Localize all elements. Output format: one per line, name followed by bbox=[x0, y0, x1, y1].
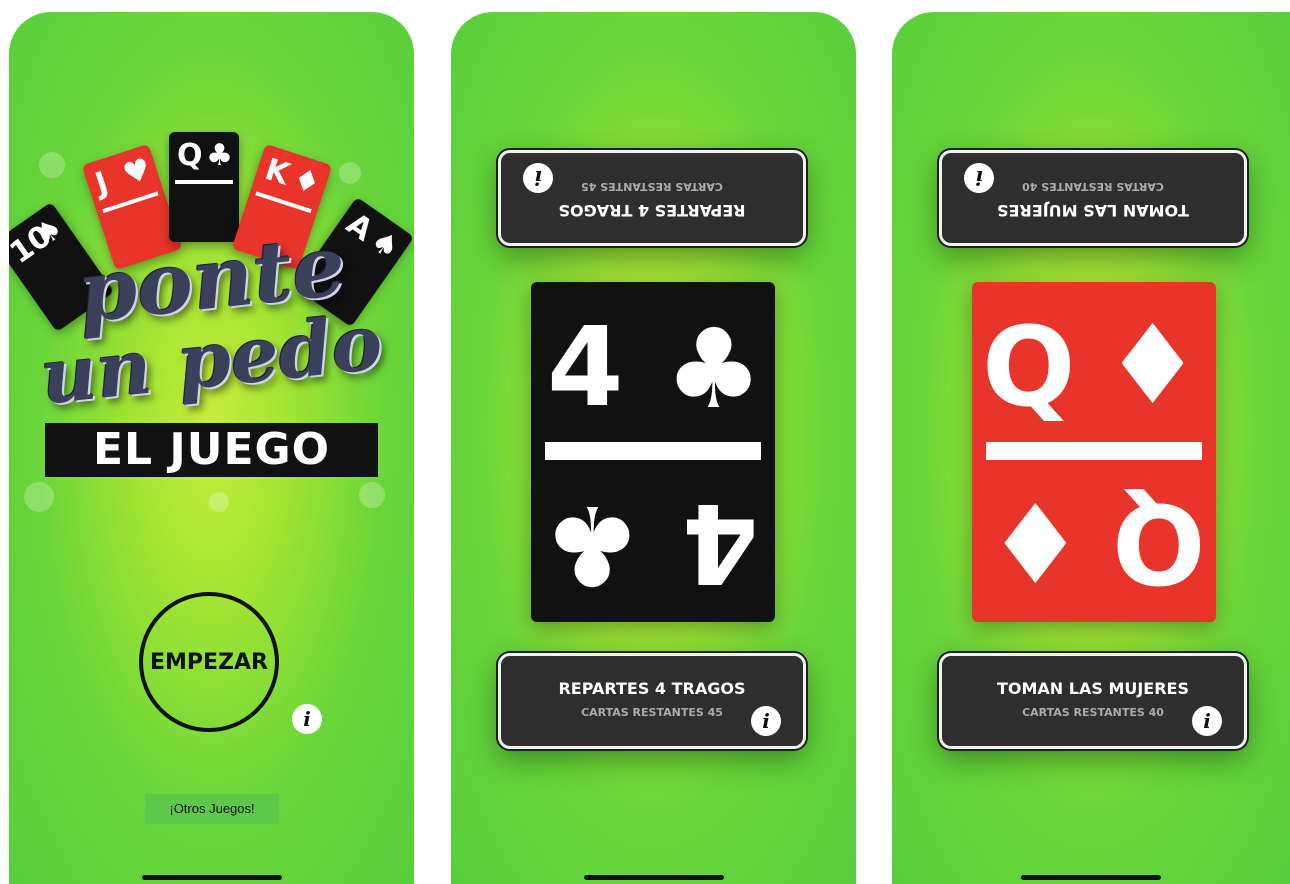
info-icon[interactable]: i bbox=[964, 163, 994, 193]
card-divider bbox=[545, 442, 761, 460]
other-games-button[interactable]: ¡Otros Juegos! bbox=[145, 794, 279, 824]
card-screen-four-clubs: REPARTES 4 TRAGOS CARTAS RESTANTES 45 i … bbox=[451, 12, 856, 884]
rule-text: REPARTES 4 TRAGOS bbox=[558, 201, 746, 220]
home-indicator bbox=[141, 875, 282, 880]
card-rank: Q bbox=[177, 138, 203, 173]
card-divider bbox=[175, 180, 233, 184]
heart-icon: ♥ bbox=[118, 151, 156, 194]
info-icon[interactable]: i bbox=[1192, 706, 1222, 736]
rule-panel-top-rotated: TOMAN LAS MUJERES CARTAS RESTANTES 40 i bbox=[942, 153, 1244, 243]
card-rank: J bbox=[91, 165, 113, 203]
info-icon[interactable]: i bbox=[751, 706, 781, 736]
bokeh-light bbox=[39, 152, 65, 178]
playing-card-queen-diamonds: Q ♦ ♦ Q bbox=[972, 282, 1216, 622]
diamond-icon: ♦ bbox=[288, 161, 325, 203]
game-title: EL JUEGO bbox=[45, 423, 378, 477]
home-screen: 10 ♠ J ♥ Q ♣ K ♦ A ♠ ponte un pedo EL JU… bbox=[9, 12, 414, 884]
home-indicator bbox=[1021, 875, 1161, 880]
card-screen-queen-diamonds: TOMAN LAS MUJERES CARTAS RESTANTES 40 i … bbox=[892, 12, 1290, 884]
rule-panel-top-rotated: REPARTES 4 TRAGOS CARTAS RESTANTES 45 i bbox=[501, 153, 803, 243]
rule-panel-bottom: REPARTES 4 TRAGOS CARTAS RESTANTES 45 i bbox=[498, 653, 806, 749]
diamond-icon: ♦ bbox=[986, 477, 1085, 605]
card-rank: 4 bbox=[547, 303, 624, 431]
playing-card-four-clubs: 4 ♣ ♣ 4 bbox=[531, 282, 775, 622]
info-icon[interactable]: i bbox=[292, 704, 322, 734]
bokeh-light bbox=[209, 492, 229, 512]
rule-text: TOMAN LAS MUJERES bbox=[996, 679, 1190, 698]
home-indicator bbox=[583, 875, 724, 880]
card-rank-inverted: Q bbox=[1112, 479, 1206, 607]
club-icon: ♣ bbox=[664, 305, 763, 433]
card-rank-inverted: 4 bbox=[682, 479, 759, 607]
diamond-icon: ♦ bbox=[1103, 301, 1202, 429]
club-icon: ♣ bbox=[543, 481, 642, 609]
club-icon: ♣ bbox=[206, 138, 233, 173]
start-button[interactable]: EMPEZAR bbox=[139, 592, 279, 732]
rule-panel-top: REPARTES 4 TRAGOS CARTAS RESTANTES 45 i bbox=[498, 150, 806, 246]
bokeh-light bbox=[339, 162, 361, 184]
card-rank: Q bbox=[982, 303, 1076, 431]
info-icon[interactable]: i bbox=[523, 163, 553, 193]
rule-panel-bottom: TOMAN LAS MUJERES CARTAS RESTANTES 40 i bbox=[939, 653, 1247, 749]
bokeh-light bbox=[24, 482, 54, 512]
card-queen-clubs: Q ♣ bbox=[169, 132, 239, 242]
rule-text: REPARTES 4 TRAGOS bbox=[558, 679, 746, 698]
bokeh-light bbox=[359, 482, 385, 508]
card-divider bbox=[986, 442, 1202, 460]
rule-panel-top: TOMAN LAS MUJERES CARTAS RESTANTES 40 i bbox=[939, 150, 1247, 246]
rule-text: TOMAN LAS MUJERES bbox=[996, 201, 1190, 220]
card-rank: K bbox=[260, 152, 294, 193]
